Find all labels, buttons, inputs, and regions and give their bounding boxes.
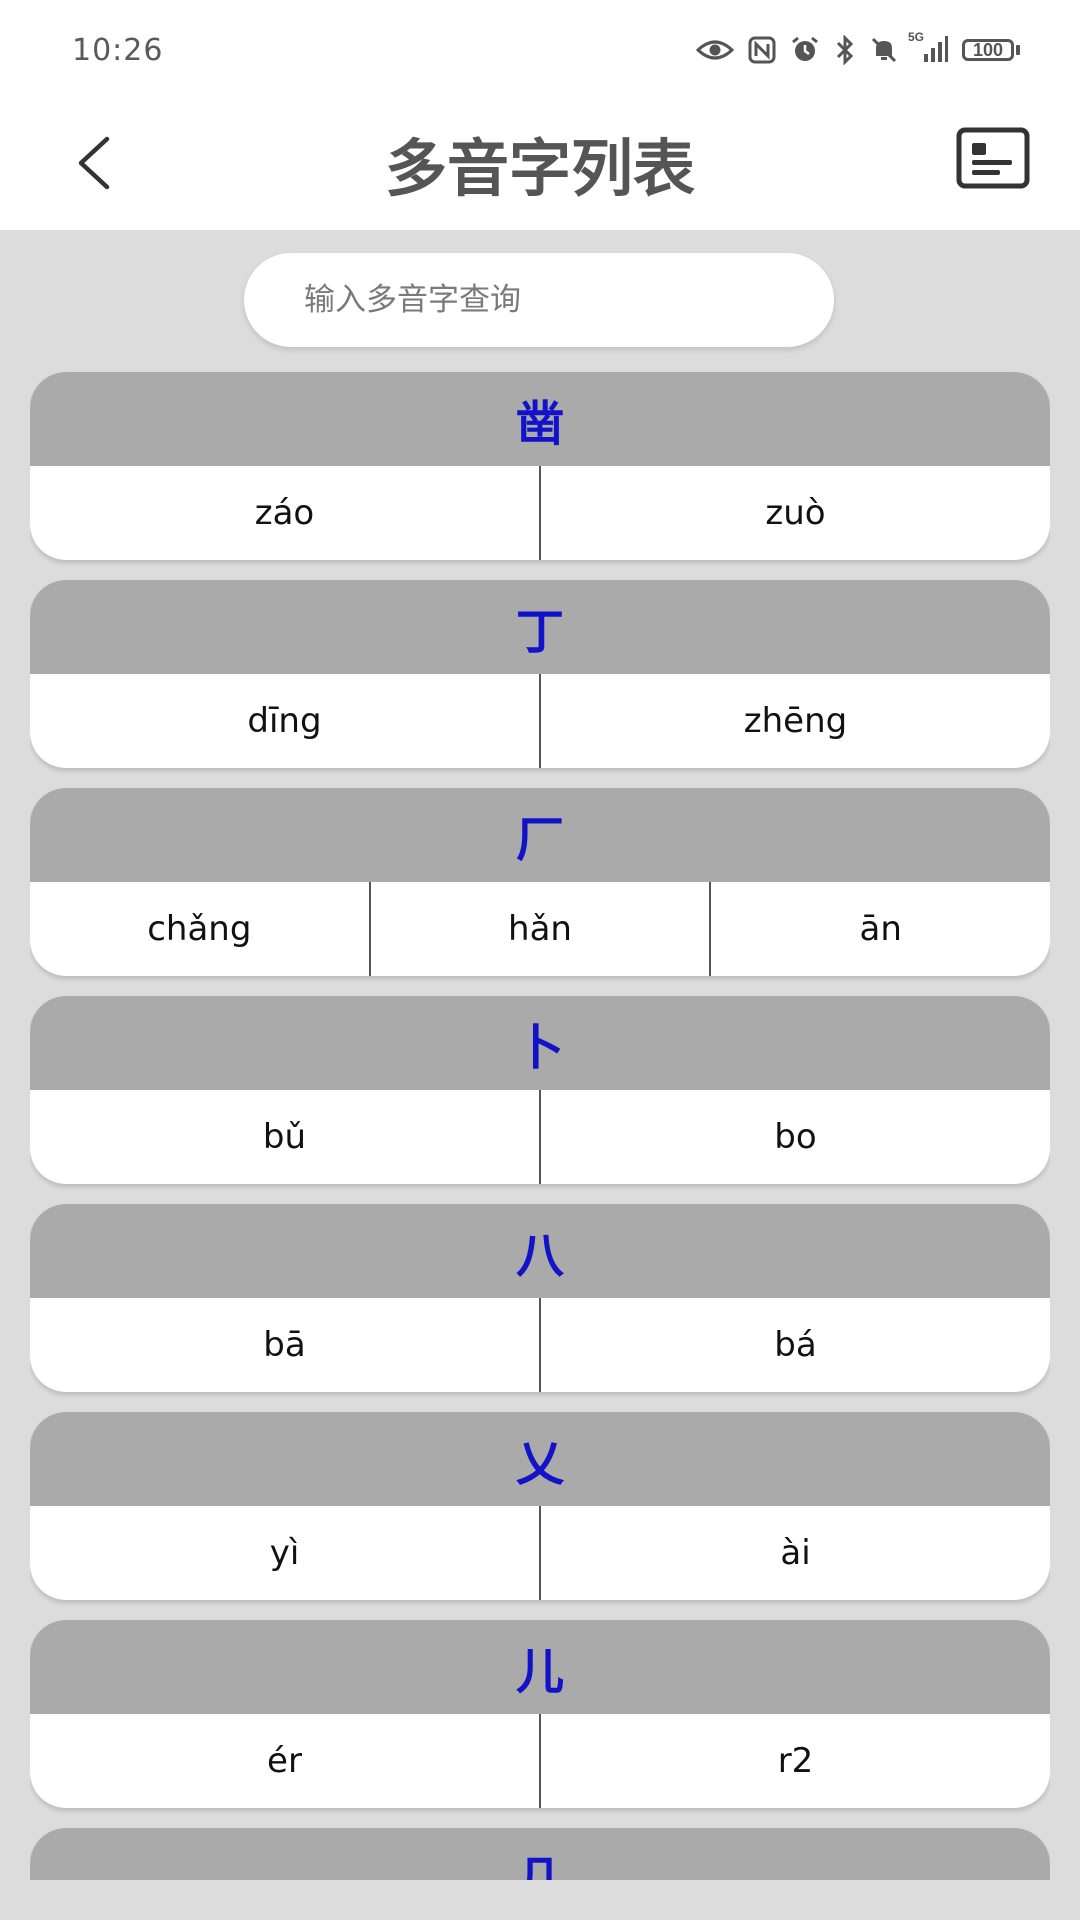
pinyin-reading[interactable]: bá bbox=[539, 1298, 1050, 1392]
polyphone-list[interactable]: 凿 záo zuò 丁 dīng zhēng 厂 chǎng hǎn ān 卜 bǔ bo 八 bā bá 乂 y… bbox=[30, 372, 1050, 1880]
polyphone-character: 厂 bbox=[30, 788, 1050, 882]
pinyin-reading[interactable]: chǎng bbox=[30, 882, 369, 976]
polyphone-character: 凿 bbox=[30, 372, 1050, 466]
polyphone-card[interactable]: 几 bbox=[30, 1828, 1050, 1880]
polyphone-card[interactable]: 凿 záo zuò bbox=[30, 372, 1050, 560]
pinyin-row: bǔ bo bbox=[30, 1090, 1050, 1184]
pinyin-reading[interactable]: yì bbox=[30, 1506, 539, 1600]
pinyin-reading[interactable]: bǔ bbox=[30, 1090, 539, 1184]
pinyin-row: dīng zhēng bbox=[30, 674, 1050, 768]
status-icons: 5G 100 bbox=[696, 30, 1020, 65]
search-box bbox=[244, 253, 834, 347]
pinyin-row: yì ài bbox=[30, 1506, 1050, 1600]
pinyin-reading[interactable]: záo bbox=[30, 466, 539, 560]
battery-level: 100 bbox=[962, 39, 1014, 61]
polyphone-card[interactable]: 丁 dīng zhēng bbox=[30, 580, 1050, 768]
polyphone-character: 儿 bbox=[30, 1620, 1050, 1714]
pinyin-reading[interactable]: hǎn bbox=[368, 882, 710, 976]
polyphone-character: 几 bbox=[30, 1828, 1050, 1880]
pinyin-reading[interactable]: dīng bbox=[30, 674, 539, 768]
polyphone-card[interactable]: 厂 chǎng hǎn ān bbox=[30, 788, 1050, 976]
polyphone-character: 卜 bbox=[30, 996, 1050, 1090]
battery-tip bbox=[1016, 45, 1020, 55]
search-input[interactable] bbox=[244, 253, 834, 347]
list-view-button[interactable] bbox=[956, 126, 1030, 190]
polyphone-card[interactable]: 儿 ér r2 bbox=[30, 1620, 1050, 1808]
status-bar: 10:26 5G 100 bbox=[0, 0, 1080, 100]
pinyin-row: bā bá bbox=[30, 1298, 1050, 1392]
pinyin-reading[interactable]: bo bbox=[539, 1090, 1050, 1184]
network-type-label: 5G bbox=[908, 30, 925, 44]
polyphone-card[interactable]: 八 bā bá bbox=[30, 1204, 1050, 1392]
battery-icon: 100 bbox=[962, 39, 1020, 61]
back-button[interactable] bbox=[58, 128, 128, 198]
polyphone-card[interactable]: 卜 bǔ bo bbox=[30, 996, 1050, 1184]
mute-icon bbox=[870, 36, 898, 64]
eye-icon bbox=[696, 37, 734, 63]
chevron-left-icon bbox=[78, 136, 110, 190]
pinyin-reading[interactable]: zhēng bbox=[539, 674, 1050, 768]
alarm-icon bbox=[790, 36, 820, 64]
polyphone-character: 丁 bbox=[30, 580, 1050, 674]
bluetooth-icon bbox=[834, 35, 856, 65]
pinyin-reading[interactable]: ài bbox=[539, 1506, 1050, 1600]
polyphone-card[interactable]: 乂 yì ài bbox=[30, 1412, 1050, 1600]
pinyin-reading[interactable]: r2 bbox=[539, 1714, 1050, 1808]
polyphone-character: 乂 bbox=[30, 1412, 1050, 1506]
app-header: 多音字列表 bbox=[0, 100, 1080, 230]
pinyin-row: záo zuò bbox=[30, 466, 1050, 560]
signal-icon: 5G bbox=[908, 30, 948, 64]
pinyin-reading[interactable]: ér bbox=[30, 1714, 539, 1808]
list-card-icon bbox=[956, 127, 1030, 189]
pinyin-row: ér r2 bbox=[30, 1714, 1050, 1808]
pinyin-reading[interactable]: ān bbox=[709, 882, 1050, 976]
pinyin-row: chǎng hǎn ān bbox=[30, 882, 1050, 976]
status-time: 10:26 bbox=[72, 32, 164, 68]
pinyin-reading[interactable]: zuò bbox=[539, 466, 1050, 560]
page-title: 多音字列表 bbox=[384, 132, 695, 205]
nfc-icon bbox=[748, 36, 776, 64]
polyphone-character: 八 bbox=[30, 1204, 1050, 1298]
pinyin-reading[interactable]: bā bbox=[30, 1298, 539, 1392]
